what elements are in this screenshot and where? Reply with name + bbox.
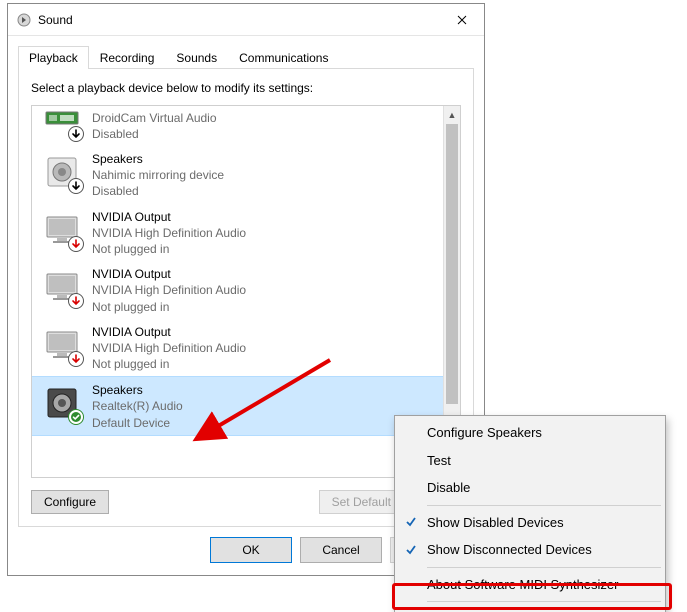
button-label: Cancel	[322, 543, 359, 557]
device-desc: Realtek(R) Audio	[92, 398, 183, 414]
device-desc: NVIDIA High Definition Audio	[92, 340, 246, 356]
device-desc: NVIDIA High Definition Audio	[92, 225, 246, 241]
device-text: NVIDIA Output NVIDIA High Definition Aud…	[92, 323, 246, 373]
menu-separator	[427, 601, 661, 602]
device-status: Not plugged in	[92, 241, 246, 257]
menu-item-configure-speakers[interactable]: Configure Speakers	[397, 419, 663, 447]
device-icon-monitor	[44, 212, 80, 248]
scroll-up-icon[interactable]: ▲	[444, 106, 460, 123]
tab-playback[interactable]: Playback	[18, 46, 89, 69]
instruction-text: Select a playback device below to modify…	[31, 81, 461, 95]
menu-item-show-disconnected[interactable]: Show Disconnected Devices	[397, 536, 663, 564]
device-status: Not plugged in	[92, 299, 246, 315]
device-item[interactable]: Speakers Nahimic mirroring device Disabl…	[32, 146, 443, 204]
titlebar: Sound	[8, 4, 484, 36]
button-label: Configure	[44, 495, 96, 509]
menu-label: Disable	[427, 480, 470, 495]
menu-label: About Software MIDI Synthesizer	[427, 577, 618, 592]
device-desc: NVIDIA High Definition Audio	[92, 282, 246, 298]
status-badge-down-red-icon	[68, 236, 84, 252]
device-text: NVIDIA Output NVIDIA High Definition Aud…	[92, 265, 246, 315]
cancel-button[interactable]: Cancel	[300, 537, 382, 563]
status-badge-down-red-icon	[68, 293, 84, 309]
device-item[interactable]: DroidCam Virtual Audio Disabled	[32, 106, 443, 146]
device-status: Default Device	[92, 415, 183, 431]
device-icon-speaker	[44, 385, 80, 421]
menu-item-properties[interactable]: Properties	[397, 605, 663, 612]
device-text: Speakers Realtek(R) Audio Default Device	[92, 381, 183, 431]
device-item[interactable]: NVIDIA Output NVIDIA High Definition Aud…	[32, 204, 443, 262]
ok-button[interactable]: OK	[210, 537, 292, 563]
device-item[interactable]: NVIDIA Output NVIDIA High Definition Aud…	[32, 261, 443, 319]
device-status: Disabled	[92, 126, 217, 142]
device-item[interactable]: NVIDIA Output NVIDIA High Definition Aud…	[32, 319, 443, 377]
tab-label: Playback	[29, 51, 78, 65]
device-list[interactable]: DroidCam Virtual Audio Disabled	[32, 106, 443, 477]
button-label: OK	[242, 543, 259, 557]
sound-title-icon	[16, 12, 32, 28]
check-icon	[403, 542, 419, 558]
device-icon-speaker	[44, 154, 80, 190]
context-menu: Configure Speakers Test Disable Show Dis…	[394, 415, 666, 612]
tab-label: Sounds	[176, 51, 217, 65]
menu-label: Show Disabled Devices	[427, 515, 564, 530]
status-badge-check-icon	[68, 409, 84, 425]
status-badge-down-icon	[68, 178, 84, 194]
configure-button[interactable]: Configure	[31, 490, 109, 514]
device-item-selected[interactable]: Speakers Realtek(R) Audio Default Device	[32, 376, 443, 436]
device-status: Disabled	[92, 183, 224, 199]
menu-item-about-midi[interactable]: About Software MIDI Synthesizer	[397, 571, 663, 599]
device-desc: Nahimic mirroring device	[92, 167, 224, 183]
device-name: DroidCam Virtual Audio	[92, 110, 217, 126]
menu-item-disable[interactable]: Disable	[397, 474, 663, 502]
scroll-thumb[interactable]	[446, 124, 458, 404]
device-text: Speakers Nahimic mirroring device Disabl…	[92, 150, 224, 200]
tab-label: Communications	[239, 51, 328, 65]
check-icon	[403, 514, 419, 530]
status-badge-down-red-icon	[68, 351, 84, 367]
device-name: NVIDIA Output	[92, 209, 246, 225]
menu-label: Test	[427, 453, 451, 468]
tab-recording[interactable]: Recording	[89, 46, 166, 69]
device-text: NVIDIA Output NVIDIA High Definition Aud…	[92, 208, 246, 258]
tab-label: Recording	[100, 51, 155, 65]
device-icon-monitor	[44, 269, 80, 305]
set-default-button[interactable]: Set Default	[319, 490, 403, 514]
status-badge-down-icon	[68, 126, 84, 142]
device-status: Not plugged in	[92, 356, 246, 372]
close-icon	[457, 12, 467, 28]
tab-sounds[interactable]: Sounds	[165, 46, 228, 69]
device-text: DroidCam Virtual Audio Disabled	[92, 109, 217, 142]
menu-label: Configure Speakers	[427, 425, 542, 440]
close-button[interactable]	[440, 4, 484, 35]
device-name: Speakers	[92, 382, 183, 398]
menu-item-show-disabled[interactable]: Show Disabled Devices	[397, 509, 663, 537]
tab-communications[interactable]: Communications	[228, 46, 339, 69]
device-name: NVIDIA Output	[92, 266, 246, 282]
device-icon-monitor	[44, 327, 80, 363]
menu-separator	[427, 567, 661, 568]
window-title: Sound	[38, 13, 440, 27]
device-name: NVIDIA Output	[92, 324, 246, 340]
menu-label: Show Disconnected Devices	[427, 542, 592, 557]
device-name: Speakers	[92, 151, 224, 167]
menu-item-test[interactable]: Test	[397, 447, 663, 475]
device-icon-card	[44, 106, 80, 138]
button-label: Set Default	[332, 495, 391, 509]
menu-separator	[427, 505, 661, 506]
tab-strip: Playback Recording Sounds Communications	[8, 36, 484, 69]
